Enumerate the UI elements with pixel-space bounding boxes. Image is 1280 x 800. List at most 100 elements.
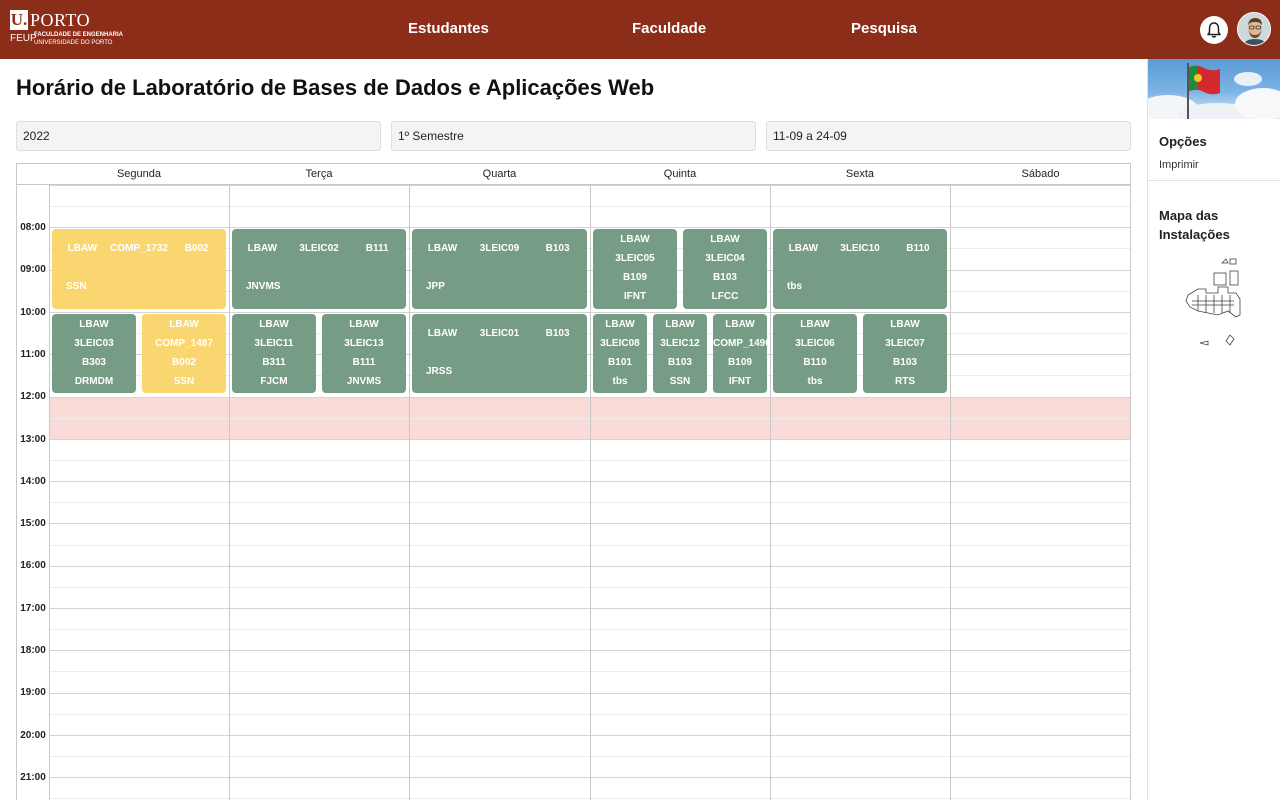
- event-class: COMP_1487: [155, 337, 213, 349]
- event-class: COMP_1490: [713, 337, 767, 349]
- schedule-event[interactable]: LBAW 3LEIC10 B110 tbs: [773, 229, 947, 309]
- options-heading: Opções: [1159, 134, 1207, 149]
- user-avatar[interactable]: [1237, 12, 1271, 46]
- time-label: 12:00: [20, 391, 46, 403]
- event-teacher: tbs: [787, 281, 802, 293]
- event-room: B109: [728, 356, 752, 368]
- schedule-event[interactable]: LBAW 3LEIC05 B109 IFNT: [593, 229, 677, 309]
- day-column-divider: [590, 185, 591, 800]
- page-title: Horário de Laboratório de Bases de Dados…: [16, 75, 655, 100]
- event-room: B109: [623, 272, 647, 284]
- year-select[interactable]: 2022: [16, 121, 381, 151]
- time-label: 20:00: [20, 729, 46, 741]
- schedule-event[interactable]: LBAW 3LEIC04 B103 LFCC: [683, 229, 767, 309]
- schedule-event[interactable]: LBAW COMP_1487 B002 SSN: [142, 313, 226, 394]
- schedule-event[interactable]: LBAW 3LEIC09 B103 JPP: [412, 229, 587, 309]
- event-room: B103: [893, 356, 917, 368]
- event-course: LBAW: [67, 243, 98, 255]
- schedule-event[interactable]: LBAW 3LEIC03 B303 DRMDM: [52, 313, 136, 394]
- time-column-header: [17, 164, 49, 185]
- event-class: 3LEIC06: [795, 337, 835, 349]
- schedule-event[interactable]: LBAW 3LEIC07 B103 RTS: [863, 313, 947, 394]
- event-class: 3LEIC08: [600, 337, 640, 349]
- nav-estudantes[interactable]: Estudantes: [408, 19, 489, 39]
- event-room: B311: [262, 356, 286, 368]
- schedule-event[interactable]: LBAW 3LEIC13 B111 JNVMS: [322, 313, 406, 394]
- event-teacher: JPP: [426, 281, 445, 293]
- schedule-event[interactable]: LBAW 3LEIC06 B110 tbs: [773, 313, 857, 394]
- bell-icon: [1207, 22, 1221, 38]
- event-teacher: IFNT: [623, 291, 647, 303]
- time-label: 17:00: [20, 602, 46, 614]
- time-label: 10:00: [20, 306, 46, 318]
- event-course: LBAW: [349, 318, 379, 330]
- event-course: LBAW: [605, 318, 635, 330]
- event-course: LBAW: [800, 318, 830, 330]
- event-course: LBAW: [710, 234, 740, 246]
- event-teacher: tbs: [612, 375, 628, 387]
- notifications-button[interactable]: [1200, 16, 1228, 44]
- sidebar-divider: [1148, 180, 1280, 181]
- day-column-divider: [770, 185, 771, 800]
- event-teacher: LFCC: [711, 291, 739, 303]
- event-course: LBAW: [427, 243, 458, 255]
- event-class: 3LEIC03: [74, 337, 114, 349]
- day-header-sábado: Sábado: [950, 164, 1130, 185]
- schedule-event[interactable]: LBAW 3LEIC01 B103 JRSS: [412, 313, 587, 394]
- event-course: LBAW: [890, 318, 920, 330]
- schedule-event[interactable]: LBAW 3LEIC02 B111 JNVMS: [232, 229, 406, 309]
- event-teacher: RTS: [895, 375, 915, 387]
- event-course: LBAW: [169, 318, 199, 330]
- event-room: B002: [184, 243, 209, 255]
- event-class: 3LEIC10: [840, 243, 880, 255]
- day-header-segunda: Segunda: [49, 164, 229, 185]
- event-room: B303: [82, 356, 106, 368]
- user-photo-icon: [1238, 13, 1270, 45]
- day-column-divider: [49, 185, 50, 800]
- event-room: B110: [803, 356, 827, 368]
- time-label: 13:00: [20, 433, 46, 445]
- event-teacher: tbs: [807, 375, 823, 387]
- logo-porto-text: PORTO: [30, 10, 91, 30]
- schedule-event[interactable]: LBAW 3LEIC11 B311 FJCM: [232, 313, 316, 394]
- event-teacher: JNVMS: [246, 281, 281, 293]
- schedule-event[interactable]: LBAW COMP_1490 B109 IFNT: [713, 313, 767, 394]
- event-class: 3LEIC07: [885, 337, 925, 349]
- event-teacher: SSN: [669, 375, 691, 387]
- event-teacher: FJCM: [260, 375, 288, 387]
- logo-u-mark: U.: [10, 10, 28, 30]
- print-link[interactable]: Imprimir: [1159, 158, 1199, 172]
- schedule-event[interactable]: LBAW COMP_1732 B002 SSN: [52, 229, 226, 309]
- time-label: 15:00: [20, 518, 46, 530]
- event-room: B111: [365, 243, 389, 255]
- time-label: 21:00: [20, 771, 46, 783]
- uporto-feup-logo[interactable]: U. PORTO FEUP FACULDADE DE ENGENHARIA UN…: [10, 10, 123, 50]
- facilities-map-icon[interactable]: [1178, 255, 1253, 355]
- event-course: LBAW: [725, 318, 755, 330]
- event-room: B002: [172, 356, 196, 368]
- logo-universidade-text: UNIVERSIDADE DO PORTO: [34, 40, 113, 46]
- event-course: LBAW: [427, 327, 458, 339]
- event-course: LBAW: [788, 243, 819, 255]
- event-class: 3LEIC12: [660, 337, 700, 349]
- nav-pesquisa[interactable]: Pesquisa: [851, 19, 917, 39]
- time-label: 14:00: [20, 475, 46, 487]
- event-room: B110: [906, 243, 930, 255]
- event-class: 3LEIC01: [479, 327, 520, 339]
- event-room: B103: [668, 356, 692, 368]
- day-column-divider: [229, 185, 230, 800]
- event-teacher: SSN: [173, 375, 195, 387]
- time-label: 09:00: [20, 264, 46, 276]
- event-teacher: JRSS: [426, 365, 453, 377]
- day-column-divider: [950, 185, 951, 800]
- event-class: 3LEIC02: [299, 243, 339, 255]
- event-room: B103: [713, 272, 737, 284]
- semester-select[interactable]: 1º Semestre: [391, 121, 756, 151]
- schedule-event[interactable]: LBAW 3LEIC12 B103 SSN: [653, 313, 707, 394]
- schedule-calendar: Segunda Terça Quarta Quinta Sexta Sábado 08:00…: [16, 163, 1131, 800]
- right-sidebar: Opções Imprimir Mapa das Instalações: [1147, 59, 1280, 800]
- schedule-event[interactable]: LBAW 3LEIC08 B101 tbs: [593, 313, 647, 394]
- nav-faculdade[interactable]: Faculdade: [632, 19, 706, 39]
- week-select[interactable]: 11-09 a 24-09: [766, 121, 1131, 151]
- event-room: B111: [352, 356, 376, 368]
